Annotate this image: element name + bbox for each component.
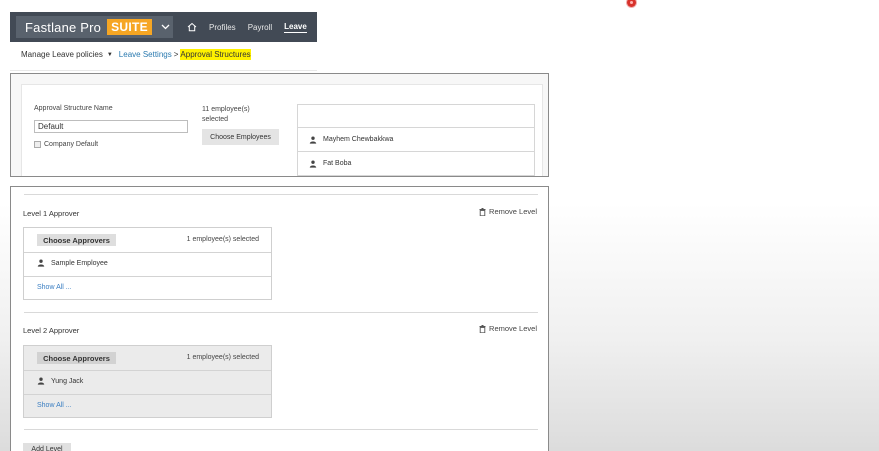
employee-name: Fat Boba: [323, 160, 352, 167]
divider: [24, 312, 538, 313]
employee-list: Mayhem Chewbakkwa Fat Boba: [297, 104, 535, 176]
approvers-count: 1 employee(s) selected: [186, 236, 259, 243]
remove-level-label: Remove Level: [489, 324, 537, 333]
list-item: Sample Employee: [37, 259, 108, 267]
approver-name: Sample Employee: [51, 259, 108, 267]
breadcrumb-separator: >: [173, 50, 179, 59]
divider: [24, 370, 271, 371]
home-icon[interactable]: [187, 22, 197, 32]
choose-approvers-button[interactable]: Choose Approvers: [37, 352, 116, 364]
company-default-checkbox[interactable]: Company Default: [34, 141, 98, 148]
person-icon: [309, 160, 317, 168]
checkbox-box[interactable]: [34, 141, 41, 148]
breadcrumb-leave-settings[interactable]: Leave Settings: [119, 50, 172, 59]
add-level-button[interactable]: Add Level: [23, 443, 71, 451]
trash-icon: [479, 207, 486, 216]
top-navbar: Fastlane Pro SUITE Profiles Payroll Leav…: [10, 12, 317, 42]
approvers-count: 1 employee(s) selected: [186, 354, 259, 361]
remove-level-label: Remove Level: [489, 207, 537, 216]
breadcrumb-current: Approval Structures: [180, 49, 251, 60]
company-default-label: Company Default: [44, 141, 99, 148]
show-all-link[interactable]: Show All ...: [37, 402, 72, 409]
app-switcher[interactable]: Fastlane Pro SUITE: [16, 16, 173, 38]
caret-down-icon[interactable]: ▼: [107, 52, 113, 58]
show-all-link[interactable]: Show All ...: [37, 284, 72, 291]
divider: [24, 252, 271, 253]
list-item: Fat Boba: [298, 151, 534, 175]
person-icon: [37, 259, 45, 267]
approver-name: Yung Jack: [51, 377, 84, 385]
header-divider: [10, 70, 317, 71]
nav-leave[interactable]: Leave: [284, 22, 307, 33]
level-2-approver-box: Choose Approvers 1 employee(s) selected …: [23, 345, 272, 418]
structure-name-input[interactable]: [34, 120, 188, 133]
divider: [24, 429, 538, 430]
nav-profiles[interactable]: Profiles: [209, 23, 236, 32]
structure-name-label: Approval Structure Name: [34, 105, 113, 112]
recording-indicator: [627, 0, 636, 7]
employee-name: Mayhem Chewbakkwa: [323, 136, 394, 143]
person-icon: [37, 377, 45, 385]
person-icon: [309, 136, 317, 144]
level-2-title: Level 2 Approver: [23, 326, 80, 335]
structure-panel: Approval Structure Name Company Default …: [10, 73, 549, 177]
remove-level-2-button[interactable]: Remove Level: [479, 324, 537, 333]
levels-panel: Level 1 Approver Remove Level Choose App…: [10, 186, 549, 451]
structure-card: Approval Structure Name Company Default …: [21, 84, 543, 176]
list-item: [298, 175, 534, 176]
choose-employees-button[interactable]: Choose Employees: [202, 129, 279, 145]
brand-name: Fastlane Pro: [25, 19, 102, 35]
choose-approvers-button[interactable]: Choose Approvers: [37, 234, 116, 246]
trash-icon: [479, 324, 486, 333]
breadcrumb: Manage Leave policies ▼ Leave Settings >…: [21, 49, 251, 60]
divider: [24, 276, 271, 277]
level-1-title: Level 1 Approver: [23, 209, 80, 218]
divider: [24, 194, 538, 195]
list-item: Mayhem Chewbakkwa: [298, 127, 534, 151]
remove-level-1-button[interactable]: Remove Level: [479, 207, 537, 216]
level-1-approver-box: Choose Approvers 1 employee(s) selected …: [23, 227, 272, 300]
divider: [24, 394, 271, 395]
list-item: Yung Jack: [37, 377, 83, 385]
breadcrumb-manage-leave[interactable]: Manage Leave policies: [21, 50, 103, 59]
nav-payroll[interactable]: Payroll: [248, 23, 272, 32]
chevron-down-icon[interactable]: [161, 22, 170, 33]
employees-selected-count: 11 employee(s) selected: [202, 106, 250, 123]
suite-badge: SUITE: [107, 19, 152, 35]
